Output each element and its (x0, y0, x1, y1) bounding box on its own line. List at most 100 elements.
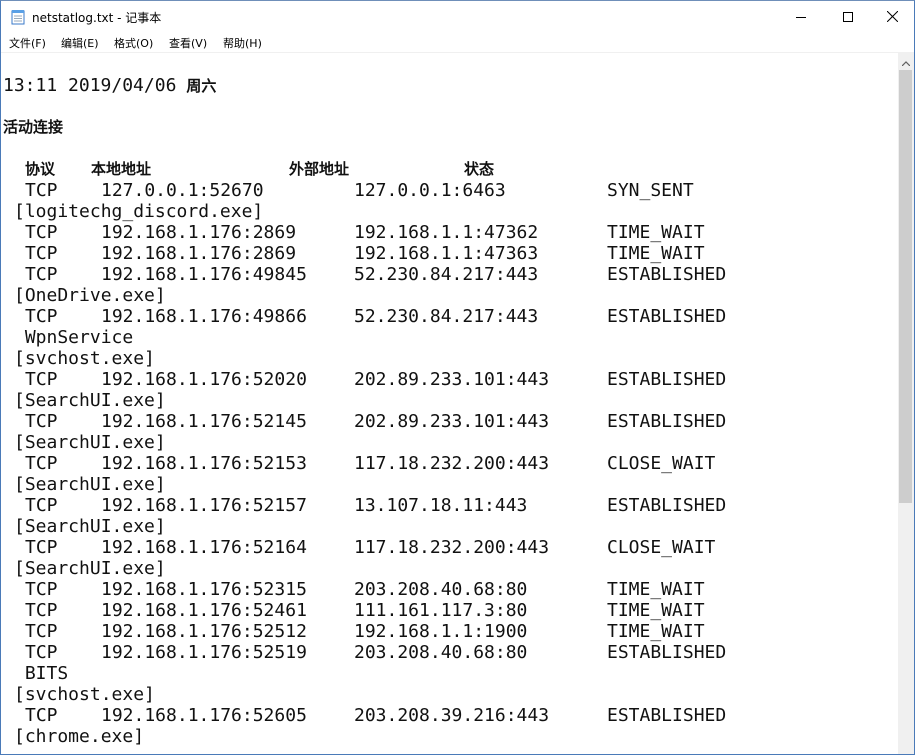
cell-foreign-address: 192.168.1.1:47362 (354, 222, 539, 243)
connection-row: TCP 192.168.1.176:2869 192.168.1.1:47363 TI… (1, 243, 898, 264)
cell-protocol: TCP (25, 243, 58, 264)
maximize-button[interactable] (825, 1, 871, 32)
cell-foreign-address: 117.18.232.200:443 (354, 453, 550, 474)
cell-local-address: 192.168.1.176:2869 (101, 222, 297, 243)
cell-local-address: 192.168.1.176:49866 (101, 306, 307, 327)
cell-foreign-address: 192.168.1.1:47363 (354, 243, 539, 264)
cell-foreign-address: 202.89.233.101:443 (354, 369, 550, 390)
menu-help[interactable]: 帮助(H) (223, 35, 262, 51)
menu-file[interactable]: 文件(F) (9, 35, 46, 51)
connection-row: TCP 192.168.1.176:52164 117.18.232.200:443… (1, 537, 898, 558)
connection-row: TCP 127.0.0.1:52670 127.0.0.1:6463 SYN_SENT (1, 180, 898, 201)
cell-local-address: 192.168.1.176:49845 (101, 264, 307, 285)
cell-foreign-address: 127.0.0.1:6463 (354, 180, 506, 201)
scroll-up-arrow[interactable] (898, 52, 914, 69)
process-name: [SearchUI.exe] (14, 474, 166, 495)
column-header-protocol: 协议 (25, 160, 56, 178)
process-name: [OneDrive.exe] (14, 285, 166, 306)
process-line: [svchost.exe] (1, 348, 898, 369)
cell-state: ESTABLISHED (607, 369, 727, 390)
column-header-foreign-address: 外部地址 (289, 160, 350, 178)
cell-protocol: TCP (25, 537, 58, 558)
vertical-scrollbar[interactable] (898, 52, 914, 754)
cell-foreign-address: 203.208.40.68:80 (354, 579, 528, 600)
date-text: 2019/04/06 (68, 75, 177, 96)
connection-row: TCP 192.168.1.176:52512 192.168.1.1:1900 TI… (1, 621, 898, 642)
cell-protocol: TCP (25, 642, 58, 663)
cell-foreign-address: 202.89.233.101:443 (354, 411, 550, 432)
process-line: WpnService (1, 327, 898, 348)
cell-protocol: TCP (25, 306, 58, 327)
cell-state: CLOSE_WAIT (607, 453, 716, 474)
cell-protocol: TCP (25, 495, 58, 516)
connection-row: TCP 192.168.1.176:52605 203.208.39.216:443… (1, 705, 898, 726)
menu-format[interactable]: 格式(O) (114, 35, 153, 51)
cell-state: ESTABLISHED (607, 264, 727, 285)
connection-row: TCP 192.168.1.176:2869 192.168.1.1:47362 TI… (1, 222, 898, 243)
cell-local-address: 192.168.1.176:52512 (101, 621, 307, 642)
close-icon (886, 11, 898, 22)
cell-state: TIME_WAIT (607, 600, 705, 621)
cell-state: TIME_WAIT (607, 579, 705, 600)
cell-protocol: TCP (25, 180, 58, 201)
cell-protocol: TCP (25, 264, 58, 285)
process-name: [svchost.exe] (14, 684, 155, 705)
cell-foreign-address: 52.230.84.217:443 (354, 264, 539, 285)
cell-state: ESTABLISHED (607, 705, 727, 726)
connection-row: TCP 192.168.1.176:49866 52.230.84.217:443 E… (1, 306, 898, 327)
process-name: [svchost.exe] (14, 348, 155, 369)
process-line: [SearchUI.exe] (1, 474, 898, 495)
process-name: [SearchUI.exe] (14, 390, 166, 411)
cell-state: ESTABLISHED (607, 642, 727, 663)
cell-state: SYN_SENT (607, 180, 694, 201)
minimize-button[interactable] (778, 1, 824, 32)
cell-protocol: TCP (25, 621, 58, 642)
process-name: [SearchUI.exe] (14, 558, 166, 579)
connection-row: TCP 192.168.1.176:52519 203.208.40.68:80 ES… (1, 642, 898, 663)
cell-local-address: 192.168.1.176:52315 (101, 579, 307, 600)
cell-state: TIME_WAIT (607, 222, 705, 243)
text-editor-area[interactable]: 2019/04/06 周六 13:11 活动连接 协议 本地地址 外部地址 状态 … (1, 52, 898, 754)
process-name: [logitechg_discord.exe] (14, 201, 264, 222)
cell-protocol: TCP (25, 222, 58, 243)
process-line: [logitechg_discord.exe] (1, 201, 898, 222)
cell-local-address: 192.168.1.176:52157 (101, 495, 307, 516)
process-line: [OneDrive.exe] (1, 285, 898, 306)
cell-foreign-address: 111.161.117.3:80 (354, 600, 528, 621)
connections-heading: 活动连接 (3, 118, 64, 136)
cell-protocol: TCP (25, 411, 58, 432)
process-line: [SearchUI.exe] (1, 516, 898, 537)
chevron-up-icon (901, 51, 911, 70)
scrollbar-thumb[interactable] (899, 70, 912, 503)
title-bar[interactable]: netstatlog.txt - 记事本 (1, 1, 914, 32)
cell-state: TIME_WAIT (607, 243, 705, 264)
cell-foreign-address: 203.208.39.216:443 (354, 705, 550, 726)
window-title: netstatlog.txt - 记事本 (32, 11, 162, 25)
cell-foreign-address: 203.208.40.68:80 (354, 642, 528, 663)
process-line: [SearchUI.exe] (1, 558, 898, 579)
notepad-app-icon (11, 9, 25, 25)
cell-foreign-address: 13.107.18.11:443 (354, 495, 528, 516)
connection-row: TCP 192.168.1.176:52020 202.89.233.101:443… (1, 369, 898, 390)
connection-row: TCP 192.168.1.176:52145 202.89.233.101:443… (1, 411, 898, 432)
time-line: 13:11 (3, 75, 58, 96)
maximize-icon (843, 11, 853, 22)
cell-local-address: 192.168.1.176:52164 (101, 537, 307, 558)
menu-view[interactable]: 查看(V) (169, 35, 207, 51)
column-header-state: 状态 (464, 160, 495, 178)
close-button[interactable] (869, 1, 914, 32)
cell-local-address: 192.168.1.176:52519 (101, 642, 307, 663)
cell-state: ESTABLISHED (607, 411, 727, 432)
process-line: [svchost.exe] (1, 684, 898, 705)
connection-row: TCP 192.168.1.176:52157 13.107.18.11:443 ES… (1, 495, 898, 516)
cell-local-address: 192.168.1.176:52461 (101, 600, 307, 621)
menu-edit[interactable]: 编辑(E) (61, 35, 99, 51)
cell-protocol: TCP (25, 705, 58, 726)
cell-protocol: TCP (25, 453, 58, 474)
cell-local-address: 192.168.1.176:2869 (101, 243, 297, 264)
cell-foreign-address: 192.168.1.1:1900 (354, 621, 528, 642)
cell-local-address: 192.168.1.176:52605 (101, 705, 307, 726)
cell-protocol: TCP (25, 579, 58, 600)
cell-local-address: 192.168.1.176:52153 (101, 453, 307, 474)
weekday-text: 周六 (186, 77, 217, 95)
